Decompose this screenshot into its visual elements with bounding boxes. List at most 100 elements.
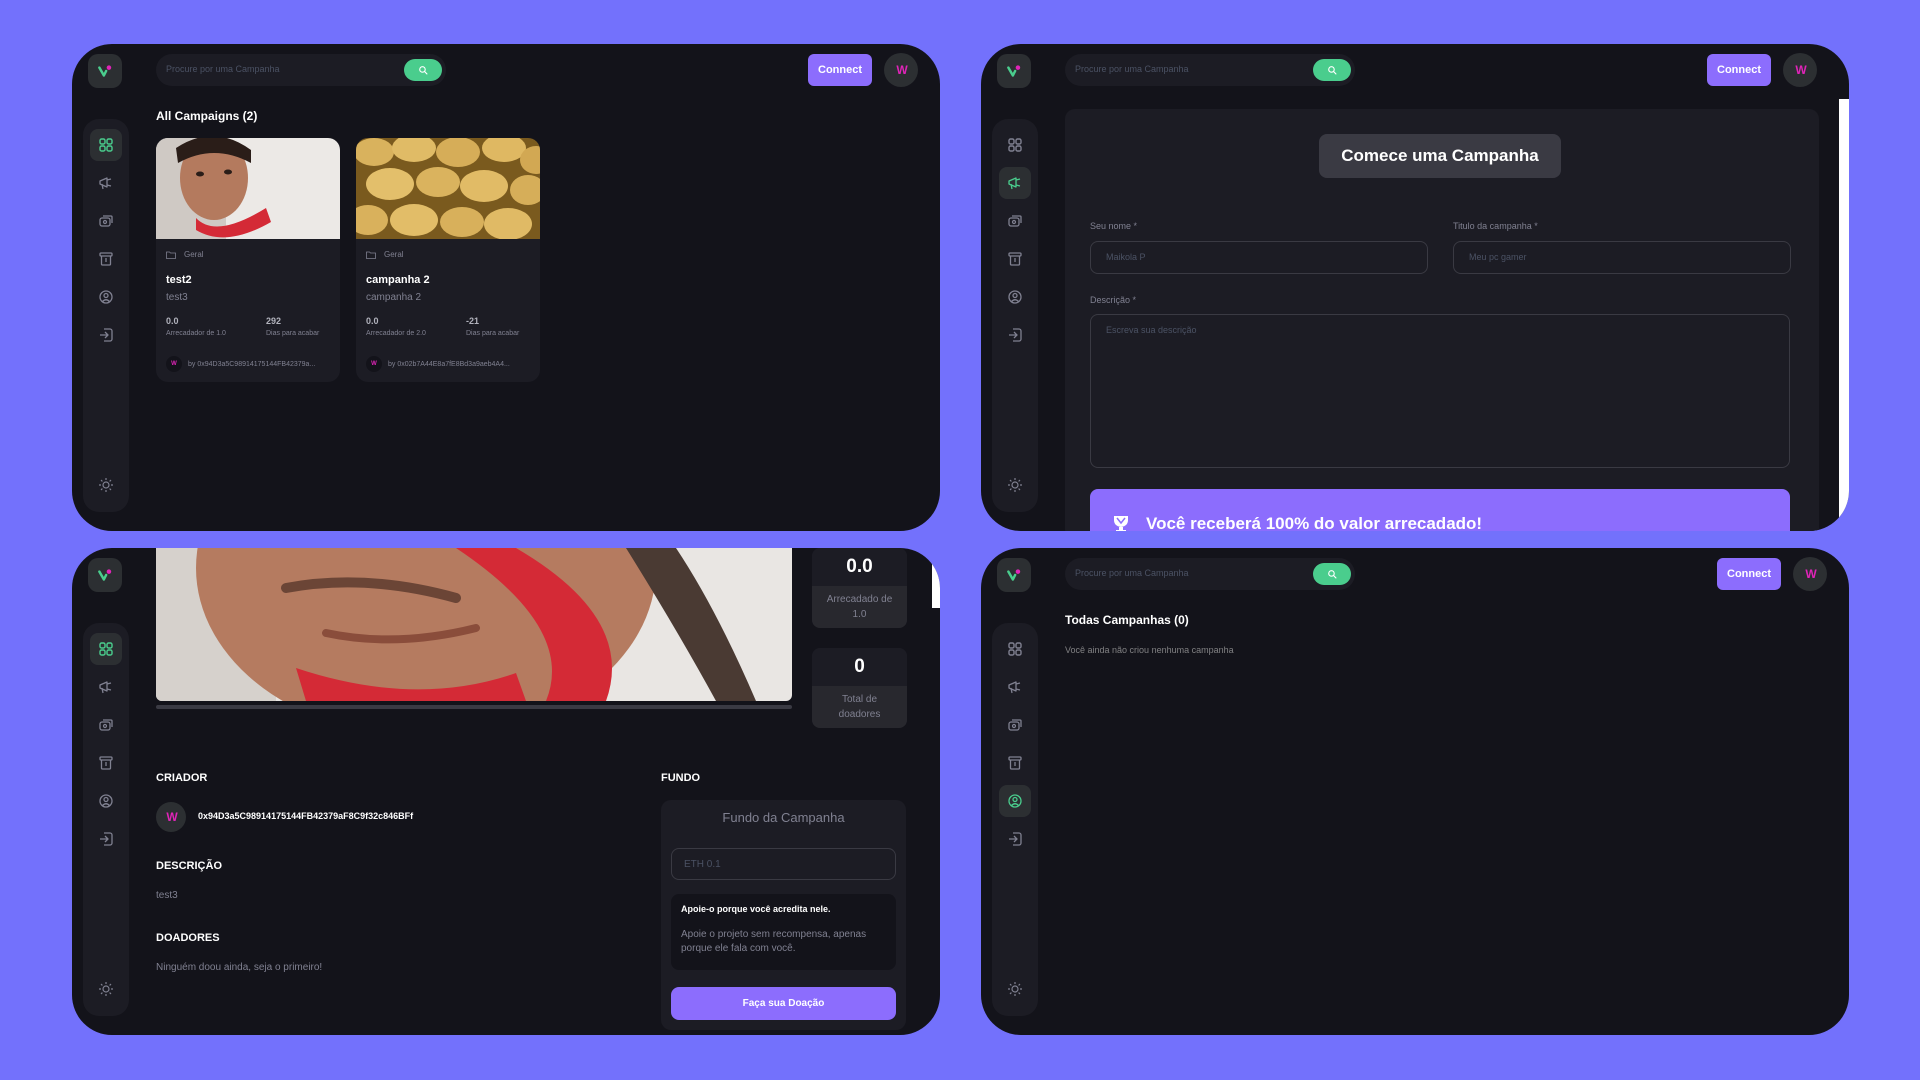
theme-toggle[interactable]	[999, 973, 1031, 1005]
search-bar[interactable]: Procure por uma Campanha	[156, 54, 446, 86]
dashboard-icon	[99, 642, 113, 656]
card-days: -21	[466, 316, 480, 326]
sidebar-item-withdraw[interactable]	[999, 747, 1031, 779]
raised-value: 0.0	[812, 548, 907, 586]
name-label: Seu nome *	[1090, 221, 1138, 231]
search-button[interactable]	[404, 59, 442, 81]
avatar-logo: W	[1795, 63, 1806, 77]
theme-toggle[interactable]	[90, 469, 122, 501]
logo[interactable]	[997, 558, 1031, 592]
description-textarea[interactable]: Escreva sua descrição	[1090, 314, 1790, 468]
sidebar-item-profile[interactable]	[90, 785, 122, 817]
page-title: Todas Campanhas (0)	[1065, 613, 1189, 627]
connect-button[interactable]: Connect	[1707, 54, 1771, 86]
sidebar-item-logout[interactable]	[90, 823, 122, 855]
sidebar-item-withdraw[interactable]	[999, 243, 1031, 275]
backers-stat: 0 Total de doadores	[812, 648, 907, 728]
avatar[interactable]: W	[1783, 53, 1817, 87]
search-input[interactable]: Procure por uma Campanha	[1075, 568, 1189, 578]
logout-icon	[99, 328, 113, 342]
creator-avatar: W	[156, 802, 186, 832]
amount-input[interactable]: ETH 0.1	[671, 848, 896, 880]
payment-icon	[99, 719, 113, 731]
search-icon	[418, 65, 427, 74]
avatar[interactable]: W	[1793, 557, 1827, 591]
sidebar-item-dashboard[interactable]	[90, 129, 122, 161]
campaign-title-input[interactable]: Meu pc gamer	[1453, 241, 1791, 274]
sidebar-item-dashboard[interactable]	[999, 129, 1031, 161]
campaign-icon	[1008, 177, 1021, 190]
campaign-card[interactable]: Geral campanha 2 campanha 2 0.0 Arrecada…	[356, 138, 540, 382]
page-title: All Campaigns (2)	[156, 109, 258, 123]
campaign-card[interactable]: Geral test2 test3 0.0 Arrecadador de 1.0…	[156, 138, 340, 382]
search-bar[interactable]: Procure por uma Campanha	[1065, 54, 1355, 86]
sidebar-item-profile[interactable]	[999, 785, 1031, 817]
logo[interactable]	[88, 558, 122, 592]
search-button[interactable]	[1313, 59, 1351, 81]
card-category-label: Geral	[184, 250, 204, 259]
sidebar-item-dashboard[interactable]	[999, 633, 1031, 665]
sidebar-item-logout[interactable]	[999, 319, 1031, 351]
sidebar-item-campaign[interactable]	[90, 671, 122, 703]
campaign-title-label: Titulo da campanha *	[1453, 221, 1538, 231]
backers-label: Total de doadores	[812, 686, 907, 728]
card-raised: 0.0	[166, 316, 179, 326]
owner-avatar: W	[366, 356, 382, 372]
sidebar-item-payment[interactable]	[999, 205, 1031, 237]
card-category: Geral	[366, 250, 404, 259]
donate-button[interactable]: Faça sua Doação	[671, 987, 896, 1020]
sidebar-item-profile[interactable]	[999, 281, 1031, 313]
sidebar-item-payment[interactable]	[90, 709, 122, 741]
theme-toggle[interactable]	[999, 469, 1031, 501]
sidebar-item-payment[interactable]	[999, 709, 1031, 741]
sun-icon	[1007, 981, 1023, 997]
sidebar-item-withdraw[interactable]	[90, 243, 122, 275]
theme-toggle[interactable]	[90, 973, 122, 1005]
dashboard-icon	[1008, 138, 1022, 152]
scrollbar[interactable]	[932, 548, 940, 608]
avatar[interactable]: W	[884, 53, 918, 87]
creator-heading: Criador	[156, 772, 208, 784]
search-input[interactable]: Procure por uma Campanha	[1075, 64, 1189, 74]
sidebar-item-dashboard[interactable]	[90, 633, 122, 665]
sidebar	[83, 623, 129, 1016]
sidebar-item-campaign[interactable]	[999, 671, 1031, 703]
logo-icon	[1007, 64, 1022, 77]
search-bar[interactable]: Procure por uma Campanha	[1065, 558, 1355, 590]
description-heading: Descrição	[156, 860, 223, 872]
sidebar	[992, 623, 1038, 1016]
donors-text: Ninguém doou ainda, seja o primeiro!	[156, 962, 323, 973]
fund-heading: Fundo	[661, 772, 701, 784]
card-subtitle: campanha 2	[366, 292, 422, 303]
search-button[interactable]	[1313, 563, 1351, 585]
profile-icon	[1008, 290, 1022, 304]
sidebar-item-profile[interactable]	[90, 281, 122, 313]
sidebar-item-payment[interactable]	[90, 205, 122, 237]
connect-button[interactable]: Connect	[808, 54, 872, 86]
withdraw-icon	[99, 252, 113, 266]
logo[interactable]	[88, 54, 122, 88]
sidebar-item-withdraw[interactable]	[90, 747, 122, 779]
search-input[interactable]: Procure por uma Campanha	[166, 64, 280, 74]
sidebar-item-logout[interactable]	[90, 319, 122, 351]
sun-icon	[98, 477, 114, 493]
avatar-logo: W	[1805, 567, 1816, 581]
sidebar-item-campaign[interactable]	[999, 167, 1031, 199]
sun-icon	[98, 981, 114, 997]
logo-icon	[1007, 568, 1022, 581]
card-owner-address: by 0x02b7A44E8a7fE8Bd3a9aeb4A4...	[388, 360, 510, 368]
sidebar-item-campaign[interactable]	[90, 167, 122, 199]
scrollbar[interactable]	[1839, 99, 1849, 519]
campaign-image	[156, 548, 792, 701]
trophy-icon	[1114, 516, 1128, 531]
folder-icon	[166, 251, 176, 259]
campaign-image	[156, 138, 340, 239]
card-days-label: Dias para acabar	[266, 330, 320, 337]
name-input[interactable]: Maikola P	[1090, 241, 1428, 274]
connect-button[interactable]: Connect	[1717, 558, 1781, 590]
card-owner: Wby 0x02b7A44E8a7fE8Bd3a9aeb4A4...	[366, 356, 536, 372]
logo[interactable]	[997, 54, 1031, 88]
sidebar-item-logout[interactable]	[999, 823, 1031, 855]
raised-label: Arrecadado de 1.0	[812, 586, 907, 628]
card-days: 292	[266, 316, 282, 326]
